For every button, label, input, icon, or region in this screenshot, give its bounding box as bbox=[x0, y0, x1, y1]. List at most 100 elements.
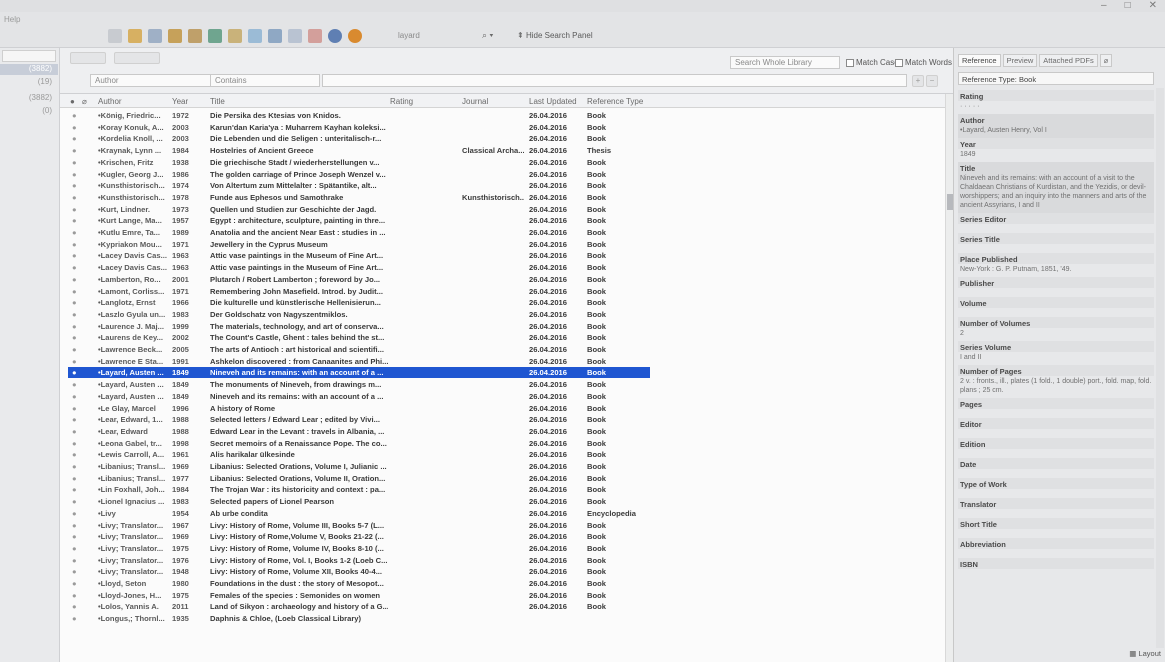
search-field-select[interactable]: Author bbox=[90, 74, 214, 87]
table-row[interactable]: ●•Lamont, Corliss...1971Remembering John… bbox=[60, 286, 945, 297]
field-value[interactable]: Nineveh and its remains: with an account… bbox=[958, 173, 1154, 213]
tab-preview[interactable]: Preview bbox=[1003, 54, 1038, 67]
export-icon[interactable] bbox=[188, 29, 202, 43]
match-case-box[interactable] bbox=[846, 59, 854, 67]
group-search-field[interactable] bbox=[2, 50, 56, 62]
search-icon[interactable]: ⌕ ▾ bbox=[482, 30, 493, 41]
remove-search-row-button[interactable]: − bbox=[926, 75, 938, 87]
search-scope-select[interactable]: Search Whole Library bbox=[730, 56, 840, 69]
field-value[interactable] bbox=[958, 529, 1154, 538]
field-value[interactable] bbox=[958, 469, 1154, 478]
document-icon[interactable] bbox=[288, 29, 302, 43]
table-row[interactable]: ●•Kurt, Lindner.1973Quellen und Studien … bbox=[60, 204, 945, 215]
options-button[interactable] bbox=[114, 52, 160, 64]
table-row[interactable]: ●•Lawrence E Sta...1991Ashkelon discover… bbox=[60, 356, 945, 367]
table-row[interactable]: ●•Kordelia Knoll, ...2003Die Lebenden un… bbox=[60, 133, 945, 144]
online-search-icon[interactable] bbox=[308, 29, 322, 43]
search-operator-select[interactable]: Contains bbox=[210, 74, 320, 87]
field-value[interactable] bbox=[958, 489, 1154, 498]
sync-icon[interactable] bbox=[328, 29, 342, 43]
table-row[interactable]: ●•Lawrence Beck...2005The arts of Antioc… bbox=[60, 344, 945, 355]
field-value[interactable] bbox=[958, 449, 1154, 458]
table-row[interactable]: ●•Kunsthistorisch...1974Von Altertum zum… bbox=[60, 180, 945, 191]
table-row[interactable]: ●•Kraynak, Lynn ...1984Hostelries of Anc… bbox=[60, 145, 945, 156]
table-row[interactable]: ●•Libanius; Transl...1969Libanius: Selec… bbox=[60, 461, 945, 472]
reference-list-scrollbar[interactable] bbox=[945, 94, 953, 662]
group-row-4[interactable]: (0) bbox=[0, 106, 58, 117]
field-value[interactable]: I and II bbox=[958, 352, 1154, 365]
insert-citation-icon[interactable] bbox=[228, 29, 242, 43]
attachment-column-icon[interactable]: ⌀ bbox=[82, 97, 87, 106]
table-row[interactable]: ●•Lear, Edward, 1...1988Selected letters… bbox=[60, 414, 945, 425]
close-icon[interactable]: ✕ bbox=[1149, 0, 1157, 11]
match-words-checkbox[interactable]: Match Words bbox=[895, 58, 952, 67]
table-row[interactable]: ●•Koray Konuk, A...2003Karun'dan Karia'y… bbox=[60, 122, 945, 133]
group-row-3[interactable]: (3882) bbox=[0, 93, 58, 104]
folder-icon[interactable] bbox=[128, 29, 142, 43]
field-value[interactable]: •Layard, Austen Henry, Vol I bbox=[958, 125, 1154, 138]
quick-search-input[interactable]: layard bbox=[398, 31, 458, 43]
field-value[interactable]: 2 v. : fronts., ill., plates (1 fold., 1… bbox=[958, 376, 1154, 398]
table-row[interactable]: ●•Kutlu Emre, Ta...1989Anatolia and the … bbox=[60, 227, 945, 238]
column-header-year[interactable]: Year bbox=[172, 97, 188, 106]
reference-type-select[interactable]: Reference Type: Book bbox=[958, 72, 1154, 85]
table-row[interactable]: ●•Kugler, Georg J...1986The golden carri… bbox=[60, 169, 945, 180]
table-row[interactable]: ●•Lewis Carroll, A...1961Alis harikalar … bbox=[60, 449, 945, 460]
field-value[interactable] bbox=[958, 549, 1154, 558]
field-value[interactable]: 2 bbox=[958, 328, 1154, 341]
table-row[interactable]: ●•Layard, Austen ...1849Nineveh and its … bbox=[60, 367, 945, 378]
field-value[interactable]: 1849 bbox=[958, 149, 1154, 162]
table-row[interactable]: ●•Lamberton, Ro...2001Plutarch / Robert … bbox=[60, 274, 945, 285]
table-row[interactable]: ●•Lin Foxhall, Joh...1984The Trojan War … bbox=[60, 484, 945, 495]
table-row[interactable]: ●•Leona Gabel, tr...1998Secret memoirs o… bbox=[60, 438, 945, 449]
table-row[interactable]: ●•Lloyd-Jones, H...1975Females of the sp… bbox=[60, 590, 945, 601]
table-row[interactable]: ●•Laurence J. Maj...1999The materials, t… bbox=[60, 321, 945, 332]
column-header-author[interactable]: Author bbox=[98, 97, 122, 106]
table-row[interactable]: ●•Laurens de Key...2002The Count's Castl… bbox=[60, 332, 945, 343]
column-header-last-updated[interactable]: Last Updated bbox=[529, 97, 577, 106]
table-row[interactable]: ●•Kurt Lange, Ma...1957Egypt : architect… bbox=[60, 215, 945, 226]
format-bibliography-icon[interactable] bbox=[248, 29, 262, 43]
field-value[interactable] bbox=[958, 224, 1154, 233]
group-row-all-references[interactable]: (3882) bbox=[0, 64, 58, 75]
field-value[interactable] bbox=[958, 308, 1154, 317]
table-row[interactable]: ●•König, Friedric...1972Die Persika des … bbox=[60, 110, 945, 121]
column-header-title[interactable]: Title bbox=[210, 97, 225, 106]
import-icon[interactable] bbox=[168, 29, 182, 43]
reference-panel-scrollbar[interactable] bbox=[1156, 88, 1164, 648]
table-row[interactable]: ●•Lloyd, Seton1980Foundations in the dus… bbox=[60, 578, 945, 589]
column-header-journal[interactable]: Journal bbox=[462, 97, 488, 106]
find-full-text-icon[interactable] bbox=[208, 29, 222, 43]
table-row[interactable]: ●•Libanius; Transl...1977Libanius: Selec… bbox=[60, 473, 945, 484]
table-row[interactable]: ●•Layard, Austen ...1849The monuments of… bbox=[60, 379, 945, 390]
field-value[interactable] bbox=[958, 429, 1154, 438]
add-search-row-button[interactable]: + bbox=[912, 75, 924, 87]
field-value[interactable] bbox=[958, 409, 1154, 418]
column-header-reference-type[interactable]: Reference Type bbox=[587, 97, 643, 106]
table-row[interactable]: ●•Livy; Translator...1967Livy: History o… bbox=[60, 520, 945, 531]
field-value[interactable] bbox=[958, 288, 1154, 297]
tab-attached-pdfs[interactable]: Attached PDFs bbox=[1039, 54, 1097, 67]
menu-help[interactable]: Help bbox=[4, 15, 20, 24]
search-term-input[interactable] bbox=[322, 74, 907, 87]
match-words-box[interactable] bbox=[895, 59, 903, 67]
table-row[interactable]: ●•Langlotz, Ernst1966Die kulturelle und … bbox=[60, 297, 945, 308]
table-row[interactable]: ●•Longus,; Thornl...1935Daphnis & Chloe,… bbox=[60, 613, 945, 624]
table-row[interactable]: ●•Laszlo Gyula un...1983Der Goldschatz v… bbox=[60, 309, 945, 320]
tab-reference[interactable]: Reference bbox=[958, 54, 1001, 67]
field-value[interactable]: New-York : G. P. Putnam, 1851, '49. bbox=[958, 264, 1154, 277]
new-reference-icon[interactable] bbox=[108, 29, 122, 43]
column-header-rating[interactable]: Rating bbox=[390, 97, 413, 106]
open-link-icon[interactable] bbox=[268, 29, 282, 43]
help-icon[interactable] bbox=[348, 29, 362, 43]
table-row[interactable]: ●•Livy; Translator...1948Livy: History o… bbox=[60, 566, 945, 577]
read-status-column-icon[interactable]: ● bbox=[70, 97, 75, 106]
group-row-2[interactable]: (19) bbox=[0, 77, 58, 88]
maximize-icon[interactable]: □ bbox=[1125, 0, 1131, 11]
match-case-checkbox[interactable]: Match Case bbox=[846, 58, 899, 67]
table-row[interactable]: ●•Lacey Davis Cas...1963Attic vase paint… bbox=[60, 250, 945, 261]
hide-search-panel-button[interactable]: ⇞ Hide Search Panel bbox=[517, 31, 593, 40]
table-row[interactable]: ●•Livy; Translator...1969Livy: History o… bbox=[60, 531, 945, 542]
search-button[interactable] bbox=[70, 52, 106, 64]
table-row[interactable]: ●•Layard, Austen ...1849Nineveh and its … bbox=[60, 391, 945, 402]
